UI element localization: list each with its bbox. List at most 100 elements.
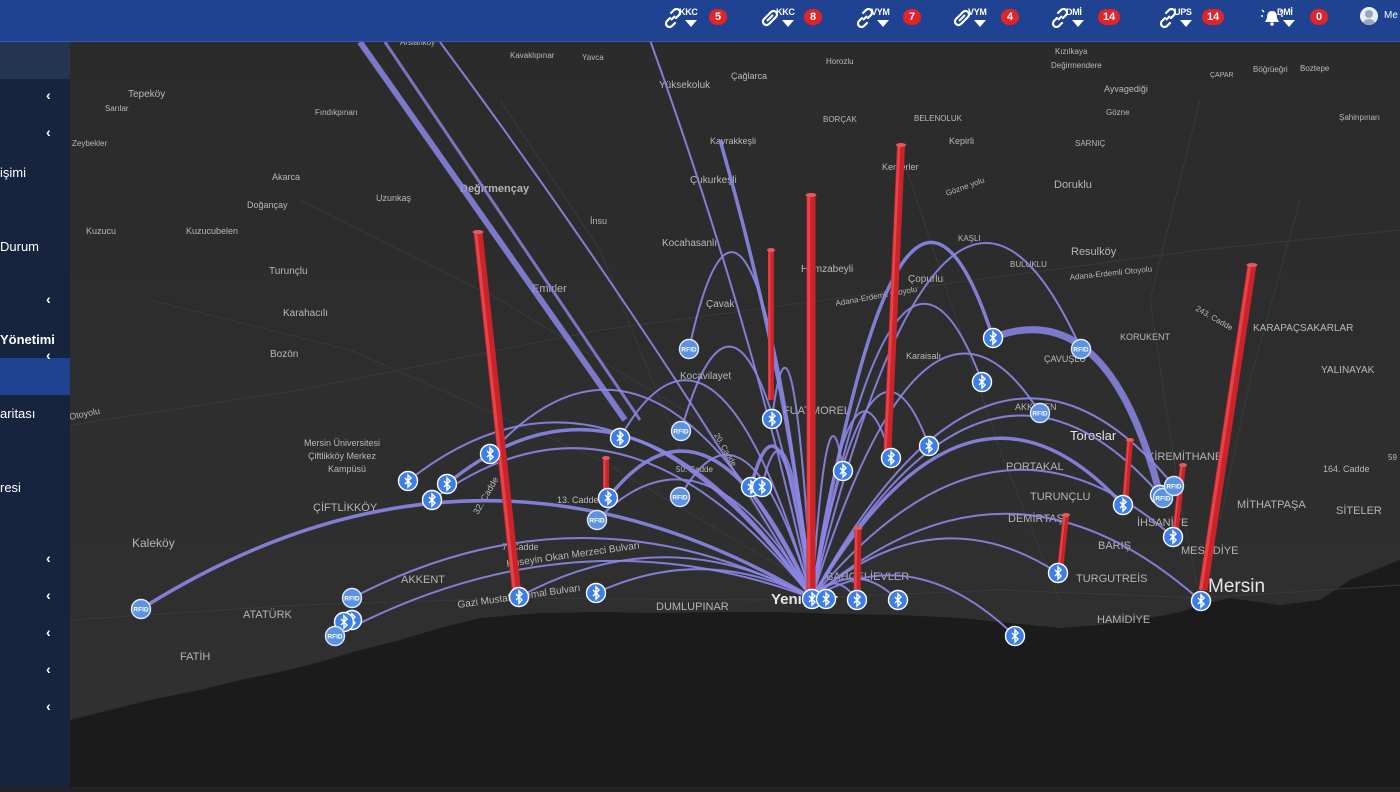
bluetooth-icon[interactable]: [751, 476, 773, 498]
chevron-left-icon[interactable]: ‹: [46, 588, 56, 602]
avatar[interactable]: [1360, 7, 1378, 25]
chevron-down-icon[interactable]: [974, 20, 986, 27]
sidebar-item-label[interactable]: işimi: [0, 165, 26, 180]
bluetooth-icon[interactable]: [1004, 625, 1026, 647]
alert-group-label: DMİ: [1066, 7, 1082, 17]
map-label-korukent: KORUKENT: [1120, 332, 1171, 342]
bluetooth-icon[interactable]: [1047, 562, 1069, 584]
bluetooth-icon[interactable]: [761, 408, 783, 430]
alert-group-dmi-broken[interactable]: DMİ 14: [1050, 5, 1121, 35]
chevron-left-icon[interactable]: ‹: [46, 625, 56, 639]
chevron-down-icon[interactable]: [1180, 20, 1192, 27]
chevron-down-icon[interactable]: [877, 20, 889, 27]
chevron-down-icon[interactable]: [1283, 20, 1295, 27]
map-label-sarilar: Sarılar: [105, 104, 129, 113]
map-label-bogrugeri: Böğrüeğri: [1253, 65, 1288, 74]
bluetooth-icon[interactable]: [982, 327, 1004, 349]
rfid-label: RFID: [1155, 496, 1170, 503]
rfid-icon[interactable]: RFID: [670, 420, 692, 442]
bluetooth-icon[interactable]: [436, 473, 458, 495]
user-menu[interactable]: Me: [1360, 5, 1400, 35]
data-pillar-cap: [1179, 463, 1187, 467]
rfid-icon[interactable]: RFID: [1163, 475, 1185, 497]
rfid-label: RFID: [327, 634, 342, 641]
alert-count-badge: 0: [1310, 9, 1328, 25]
bluetooth-icon[interactable]: [880, 447, 902, 469]
sidebar-item-label[interactable]: Durum: [0, 239, 39, 254]
map-label-cadde_59: 59: [1388, 453, 1397, 462]
rfid-icon[interactable]: RFID: [669, 486, 691, 508]
bluetooth-icon[interactable]: [479, 443, 501, 465]
chevron-left-icon[interactable]: ‹: [46, 551, 56, 565]
map-label-zeybekler: Zeybekler: [72, 139, 107, 148]
rfid-icon[interactable]: RFID: [678, 338, 700, 360]
bluetooth-icon[interactable]: [585, 582, 607, 604]
rfid-icon[interactable]: RFID: [586, 509, 608, 531]
map-label-hamidiye: HAMİDİYE: [1097, 613, 1150, 626]
bluetooth-icon[interactable]: [1112, 494, 1134, 516]
alert-group-vym-link[interactable]: VYM 4: [952, 5, 1019, 35]
bluetooth-icon[interactable]: [397, 470, 419, 492]
alert-group-ups-broken[interactable]: UPS 14: [1158, 5, 1225, 35]
sidebar-item-active[interactable]: [0, 358, 70, 395]
rfid-icon[interactable]: RFID: [341, 587, 363, 609]
map-label-mersin_univ_2: Çiftlikköy Merkez: [308, 451, 377, 461]
map-view[interactable]: Arslanköy Kavaklıpınar Yavca Tepeköy Sarılar…: [68, 38, 1400, 787]
alert-group-dmi-alarm[interactable]: DMİ 0: [1261, 5, 1328, 35]
bluetooth-icon[interactable]: [597, 487, 619, 509]
chevron-down-icon[interactable]: [685, 20, 697, 27]
bluetooth-icon[interactable]: [1162, 526, 1184, 548]
bluetooth-icon[interactable]: [815, 588, 837, 610]
map-label-sahinpinari: Şahinpınarı: [1339, 113, 1380, 122]
chevron-left-icon[interactable]: ‹: [46, 662, 56, 676]
sidebar-item-label[interactable]: resi: [0, 480, 21, 495]
chevron-left-icon[interactable]: ‹: [46, 125, 56, 139]
alert-group-kkc-broken[interactable]: KKC 5: [663, 5, 727, 35]
alert-count-badge: 8: [804, 9, 822, 25]
alert-group-vym-broken[interactable]: VYM 7: [855, 5, 921, 35]
bluetooth-icon[interactable]: [508, 586, 530, 608]
chevron-left-icon[interactable]: ‹: [46, 88, 56, 102]
rfid-label: RFID: [1032, 411, 1047, 418]
map-label-mersin: Mersin: [1208, 576, 1265, 597]
map-label-kocahasanli: Kocahasanlı: [662, 238, 717, 249]
rfid-icon[interactable]: RFID: [130, 598, 152, 620]
sidebar-header: [0, 42, 70, 79]
map-label-ataturk: ATATÜRK: [243, 609, 293, 621]
rfid-icon[interactable]: RFID: [324, 625, 346, 647]
data-pillar-cap: [1062, 513, 1070, 517]
rfid-icon[interactable]: RFID: [1070, 338, 1092, 360]
map-label-kayrakkesli: Kayrakkeşli: [710, 136, 756, 146]
sidebar-item-label[interactable]: Yönetimi: [0, 332, 55, 347]
data-pillar-cap: [602, 456, 610, 460]
chevron-down-icon[interactable]: [1072, 20, 1084, 27]
top-navigation-bar: KKC 5 KKC 8 VYM 7 VYM 4 DMİ 14 UPS 14 DM…: [0, 0, 1400, 42]
bluetooth-icon[interactable]: [609, 427, 631, 449]
sidebar-item-label[interactable]: aritası: [0, 406, 35, 421]
chevron-left-icon[interactable]: ‹: [46, 699, 56, 713]
bluetooth-icon[interactable]: [846, 589, 868, 611]
map-label-kasli: KAŞLI: [958, 234, 981, 243]
bluetooth-icon[interactable]: [971, 371, 993, 393]
map-label-kavaklipinar: Kavaklıpınar: [510, 51, 555, 60]
map-label-copurlu: Çopurlu: [908, 274, 943, 285]
data-pillar-highlight: [854, 527, 858, 599]
alert-count-badge: 14: [1202, 9, 1225, 25]
map-label-mithatpasa: MİTHATPAŞA: [1237, 498, 1306, 511]
chevron-down-icon[interactable]: [782, 20, 794, 27]
bluetooth-icon[interactable]: [918, 435, 940, 457]
map-label-karahacili: Karahacılı: [283, 308, 328, 319]
rfid-icon[interactable]: RFID: [1029, 402, 1051, 424]
map-label-mersin_univ_1: Mersin Üniversitesi: [304, 438, 380, 448]
chevron-left-icon[interactable]: ‹: [46, 348, 56, 362]
bluetooth-icon[interactable]: [832, 460, 854, 482]
bluetooth-icon[interactable]: [1190, 590, 1212, 612]
bluetooth-icon[interactable]: [421, 489, 443, 511]
map-canvas[interactable]: Arslanköy Kavaklıpınar Yavca Tepeköy Sarılar…: [68, 38, 1400, 787]
alert-group-kkc-link[interactable]: KKC 8: [760, 5, 822, 35]
map-label-resulkoy: Resulköy: [1071, 246, 1117, 258]
map-label-cavak: Çavak: [706, 299, 735, 310]
chevron-left-icon[interactable]: ‹: [46, 292, 56, 306]
bluetooth-icon[interactable]: [887, 589, 909, 611]
map-label-sarnic: SARNIÇ: [1075, 139, 1105, 148]
